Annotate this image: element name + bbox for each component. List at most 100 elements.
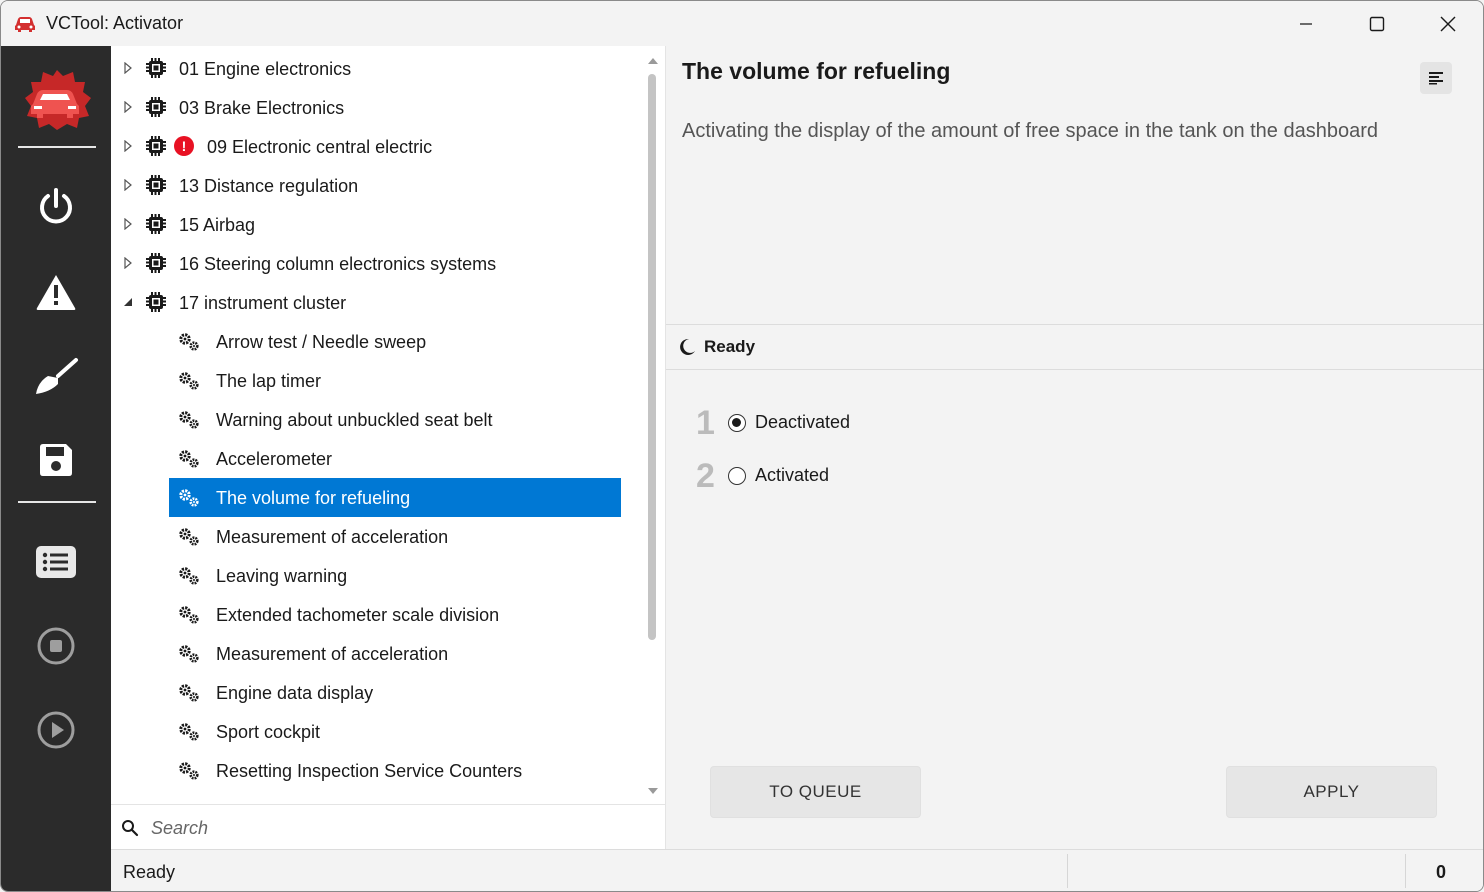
tree-module-item[interactable]: 15 Airbag (111, 205, 631, 244)
gears-icon (177, 488, 201, 508)
state-row: Ready (666, 325, 1483, 370)
tree-function-item[interactable]: Sport cockpit (169, 712, 621, 751)
collapsed-chevron-icon[interactable] (122, 101, 134, 113)
tree-function-item[interactable]: The volume for refueling (169, 478, 621, 517)
minimize-icon (1300, 22, 1312, 25)
rail-queue-button[interactable] (26, 532, 86, 592)
close-button[interactable] (1413, 1, 1483, 46)
tree-function-item[interactable]: Measurement of acceleration (169, 517, 621, 556)
state-label: Ready (704, 337, 756, 356)
radio-deactivated[interactable] (728, 414, 746, 432)
error-badge-icon: ! (174, 136, 194, 156)
tree-function-item[interactable]: Measurement of acceleration (169, 634, 621, 673)
tree-module-item[interactable]: 16 Steering column electronics systems (111, 244, 631, 283)
function-label: Engine data display (216, 683, 374, 703)
chip-icon (145, 252, 167, 274)
chip-icon (145, 96, 167, 118)
title-bar: VCTool: Activator (1, 1, 1483, 46)
scroll-down-icon[interactable] (648, 788, 658, 794)
radio-activated[interactable] (728, 467, 746, 485)
function-title: The volume for refueling (682, 58, 951, 84)
maximize-button[interactable] (1342, 1, 1412, 46)
description-toggle-button[interactable] (1420, 62, 1452, 94)
rail-errors-button[interactable] (26, 262, 86, 322)
scroll-thumb[interactable] (648, 74, 656, 640)
tree-function-item[interactable]: Accelerometer (169, 439, 621, 478)
option-number: 1 (696, 404, 715, 442)
expanded-chevron-icon[interactable] (122, 296, 134, 308)
function-tree: 01 Engine electronics 03 Brake Electronic… (111, 46, 665, 804)
minimize-button[interactable] (1271, 1, 1341, 46)
tree-module-item[interactable]: 13 Distance regulation (111, 166, 631, 205)
module-label: 16 Steering column electronics systems (179, 254, 497, 274)
rail-power-button[interactable] (26, 176, 86, 236)
gears-icon (177, 722, 201, 742)
window-title: VCTool: Activator (46, 13, 184, 33)
close-icon (1440, 16, 1456, 31)
rail-play-button[interactable] (26, 700, 86, 760)
power-icon (40, 188, 72, 224)
tree-module-item[interactable]: ! 09 Electronic central electric (111, 127, 631, 166)
search-input[interactable] (151, 813, 651, 843)
chip-icon (145, 291, 167, 313)
tree-module-item[interactable]: 03 Brake Electronics (111, 88, 631, 127)
chip-icon (145, 174, 167, 196)
tree-function-item[interactable]: Resetting Inspection Service Counters (169, 751, 621, 790)
function-label: The lap timer (216, 371, 322, 391)
gears-icon (177, 644, 201, 664)
gears-icon (177, 566, 201, 586)
collapsed-chevron-icon[interactable] (122, 62, 134, 74)
module-label: 17 instrument cluster (179, 293, 347, 313)
option-number: 2 (696, 457, 715, 495)
chip-icon (145, 57, 167, 79)
tree-module-item[interactable]: 17 instrument cluster (111, 283, 631, 322)
apply-button[interactable]: APPLY (1226, 766, 1437, 818)
tree-function-item[interactable]: Extended tachometer scale division (169, 595, 621, 634)
gears-icon (177, 371, 201, 391)
tree-function-item[interactable]: The lap timer (169, 361, 621, 400)
module-label: 01 Engine electronics (179, 59, 352, 79)
tree-function-item[interactable]: Engine data display (169, 673, 621, 712)
status-text: Ready (123, 862, 176, 882)
stop-icon (37, 627, 75, 665)
play-icon (37, 711, 75, 749)
collapsed-chevron-icon[interactable] (122, 218, 134, 230)
tree-module-item[interactable]: 01 Engine electronics (111, 49, 631, 88)
to-queue-button[interactable]: TO QUEUE (710, 766, 921, 818)
search-icon (122, 820, 139, 837)
module-label: 15 Airbag (179, 215, 256, 235)
gears-icon (177, 410, 201, 430)
collapsed-chevron-icon[interactable] (122, 140, 134, 152)
chip-icon (145, 135, 167, 157)
gears-icon (177, 683, 201, 703)
warning-icon (36, 275, 76, 310)
tree-function-item[interactable]: Leaving warning (169, 556, 621, 595)
function-label: Warning about unbuckled seat belt (216, 410, 493, 430)
status-bar: Ready 0 (111, 849, 1483, 891)
module-label: 09 Electronic central electric (207, 137, 433, 157)
gears-icon (177, 761, 201, 781)
function-label: Measurement of acceleration (216, 644, 449, 664)
rail-clear-button[interactable] (26, 346, 86, 406)
queue-count: 0 (1436, 862, 1447, 882)
gears-icon (177, 605, 201, 625)
collapsed-chevron-icon[interactable] (122, 257, 134, 269)
moon-icon (680, 338, 695, 355)
collapsed-chevron-icon[interactable] (122, 179, 134, 191)
tree-function-item[interactable]: Arrow test / Needle sweep (169, 322, 621, 361)
scroll-up-icon[interactable] (648, 58, 658, 64)
gears-icon (177, 449, 201, 469)
gears-icon (177, 332, 201, 352)
app-car-icon (15, 17, 35, 32)
status-divider (1067, 854, 1068, 888)
rail-stop-button[interactable] (26, 616, 86, 676)
rail-save-button[interactable] (26, 430, 86, 490)
maximize-icon (1369, 16, 1385, 31)
option-label: Deactivated (755, 412, 851, 432)
text-align-icon (1429, 72, 1443, 85)
tree-function-item[interactable]: Warning about unbuckled seat belt (169, 400, 621, 439)
search-bar (111, 804, 665, 849)
chip-icon (145, 213, 167, 235)
tree-scrollbar[interactable] (645, 54, 659, 796)
save-icon (40, 444, 72, 476)
